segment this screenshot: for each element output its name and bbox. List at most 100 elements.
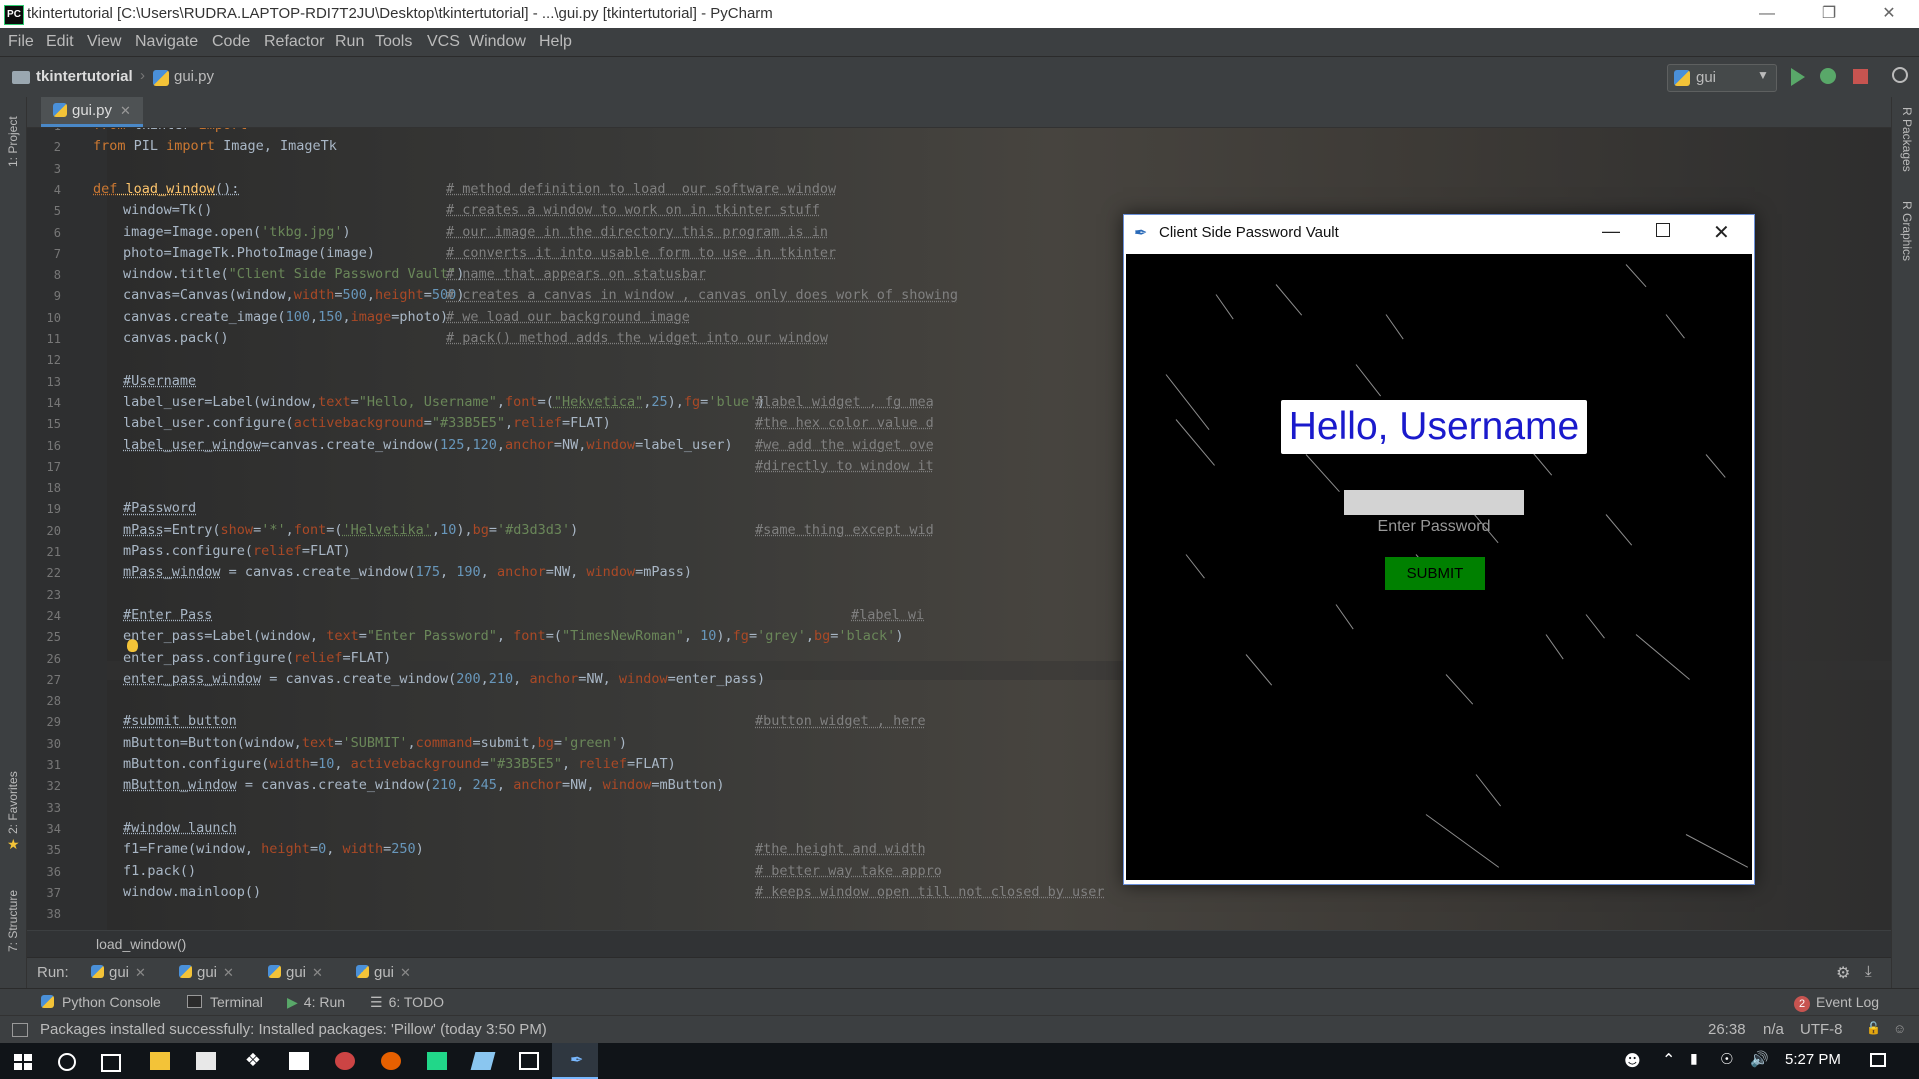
menu-refactor[interactable]: Refactor — [264, 33, 324, 51]
close-tab-icon[interactable]: ✕ — [120, 103, 131, 118]
minimize-icon[interactable]: — — [1602, 221, 1620, 242]
firefox-icon[interactable] — [381, 1052, 401, 1070]
code-token: fg — [683, 393, 701, 410]
close-icon[interactable]: ✕ — [1866, 0, 1912, 28]
people-icon[interactable]: ☻ — [1624, 1051, 1641, 1070]
cortana-icon[interactable] — [58, 1053, 76, 1071]
menu-run[interactable]: Run — [335, 33, 364, 51]
app-icon[interactable] — [335, 1052, 355, 1070]
code-token: =mPass) — [635, 564, 693, 581]
store-icon[interactable] — [196, 1052, 216, 1070]
rain-streak — [1275, 284, 1303, 316]
python-console-button[interactable]: Python Console — [41, 994, 161, 1010]
run-window-button[interactable]: ▶ 4: Run — [287, 994, 345, 1011]
password-entry[interactable] — [1344, 490, 1524, 515]
rain-streak — [1305, 454, 1340, 492]
windows-start-icon[interactable] — [14, 1054, 32, 1070]
code-token: , — [480, 670, 489, 687]
python-file-icon — [153, 70, 169, 86]
menu-navigate[interactable]: Navigate — [135, 33, 198, 51]
file-explorer-icon[interactable] — [150, 1052, 170, 1070]
menu-file[interactable]: File — [8, 33, 34, 51]
rain-streak — [1605, 514, 1633, 546]
battery-icon[interactable]: ▮ — [1690, 1051, 1698, 1067]
run-tab[interactable]: gui ✕ — [91, 964, 146, 981]
todo-button[interactable]: ☰ 6: TODO — [370, 994, 444, 1011]
toggle-tool-windows-icon[interactable] — [12, 1023, 28, 1037]
run-icon[interactable] — [1791, 68, 1805, 86]
python-idle-icon[interactable] — [470, 1052, 496, 1070]
code-comment: # creates a window to work on in tkinter… — [446, 202, 820, 219]
restore-icon[interactable]: ❐ — [1806, 0, 1852, 28]
file-encoding[interactable]: UTF-8 — [1800, 1021, 1843, 1038]
run-tab[interactable]: gui ✕ — [179, 964, 234, 981]
submit-button[interactable]: SUBMIT — [1385, 557, 1485, 590]
search-icon[interactable] — [1892, 67, 1908, 83]
r-graphics-tool-button[interactable]: R Graphics — [1900, 201, 1914, 261]
tkinter-app-task[interactable]: ✒ — [552, 1043, 598, 1079]
project-tool-button[interactable]: 1: Project — [6, 116, 20, 167]
chevron-up-icon[interactable]: ⌃ — [1662, 1050, 1675, 1069]
code-token: PIL — [125, 138, 167, 155]
close-tab-icon[interactable]: ✕ — [223, 965, 234, 980]
line-number: 27 — [46, 672, 61, 687]
inspector-icon[interactable]: ☺ — [1893, 1021, 1906, 1036]
stop-icon[interactable] — [1853, 69, 1868, 84]
mail-icon[interactable] — [289, 1052, 309, 1070]
menu-view[interactable]: View — [87, 33, 121, 51]
close-tab-icon[interactable]: ✕ — [312, 965, 323, 980]
code-token: , — [513, 670, 530, 687]
breadcrumb-function[interactable]: load_window() — [96, 936, 186, 952]
tab-gui-py[interactable]: gui.py ✕ — [41, 97, 143, 127]
code-token: ( — [285, 649, 294, 666]
code-line-1: from tkinter import * — [93, 128, 264, 133]
r-packages-tool-button[interactable]: R Packages — [1900, 107, 1914, 172]
terminal-button[interactable]: Terminal — [187, 994, 263, 1010]
close-icon[interactable]: ✕ — [1713, 220, 1730, 245]
hide-icon[interactable]: ⤓ — [1865, 963, 1872, 980]
taskbar-clock[interactable]: 5:27 PM — [1785, 1051, 1841, 1068]
caret-position[interactable]: 26:38 — [1708, 1021, 1746, 1038]
breadcrumb-file[interactable]: gui.py — [174, 68, 214, 85]
code-token: = — [748, 628, 758, 645]
rain-streak — [1625, 264, 1647, 288]
menu-window[interactable]: Window — [469, 33, 526, 51]
menu-tools[interactable]: Tools — [375, 33, 412, 51]
lock-icon[interactable]: 🔓 — [1866, 1021, 1881, 1035]
volume-icon[interactable]: 🔊 — [1750, 1050, 1769, 1068]
code-token: "#33B5E5" — [431, 415, 506, 432]
line-number: 32 — [46, 779, 61, 794]
rain-streak — [1545, 634, 1564, 660]
run-tab[interactable]: gui ✕ — [356, 964, 411, 981]
task-view-icon[interactable] — [101, 1054, 121, 1072]
rain-streak — [1175, 419, 1215, 466]
run-config-selector[interactable]: gui ▼ — [1667, 64, 1777, 92]
status-message[interactable]: Packages installed successfully: Install… — [40, 1021, 547, 1038]
run-tab[interactable]: gui ✕ — [268, 964, 323, 981]
close-tab-icon[interactable]: ✕ — [400, 965, 411, 980]
code-token: =photo) — [391, 308, 449, 325]
menu-help[interactable]: Help — [539, 33, 572, 51]
structure-tool-button[interactable]: 7: Structure — [6, 890, 20, 952]
menu-edit[interactable]: Edit — [46, 33, 74, 51]
code-token: #window launch — [123, 819, 237, 836]
line-separator[interactable]: n/a — [1763, 1021, 1784, 1038]
photos-icon[interactable] — [519, 1052, 539, 1070]
close-tab-icon[interactable]: ✕ — [135, 965, 146, 980]
dropbox-icon[interactable]: ❖ — [243, 1052, 263, 1070]
event-log-button[interactable]: 2 Event Log — [1794, 994, 1879, 1012]
action-center-icon[interactable] — [1870, 1053, 1886, 1067]
minimize-icon[interactable]: — — [1744, 0, 1790, 28]
code-line-8: window.title("Client Side Password Vault… — [123, 266, 464, 282]
code-token: , — [496, 628, 514, 645]
line-number: 24 — [46, 608, 61, 623]
breadcrumb-project[interactable]: tkintertutorial — [36, 68, 133, 85]
menu-code[interactable]: Code — [212, 33, 250, 51]
menu-vcs[interactable]: VCS — [427, 33, 460, 51]
maximize-icon[interactable] — [1656, 223, 1670, 237]
debug-icon[interactable] — [1820, 68, 1836, 84]
pycharm-taskbar-icon[interactable] — [427, 1052, 447, 1070]
gear-icon[interactable]: ⚙ — [1836, 963, 1850, 983]
favorites-tool-button[interactable]: 2: Favorites — [6, 771, 20, 834]
wifi-icon[interactable]: ☉ — [1720, 1050, 1733, 1068]
